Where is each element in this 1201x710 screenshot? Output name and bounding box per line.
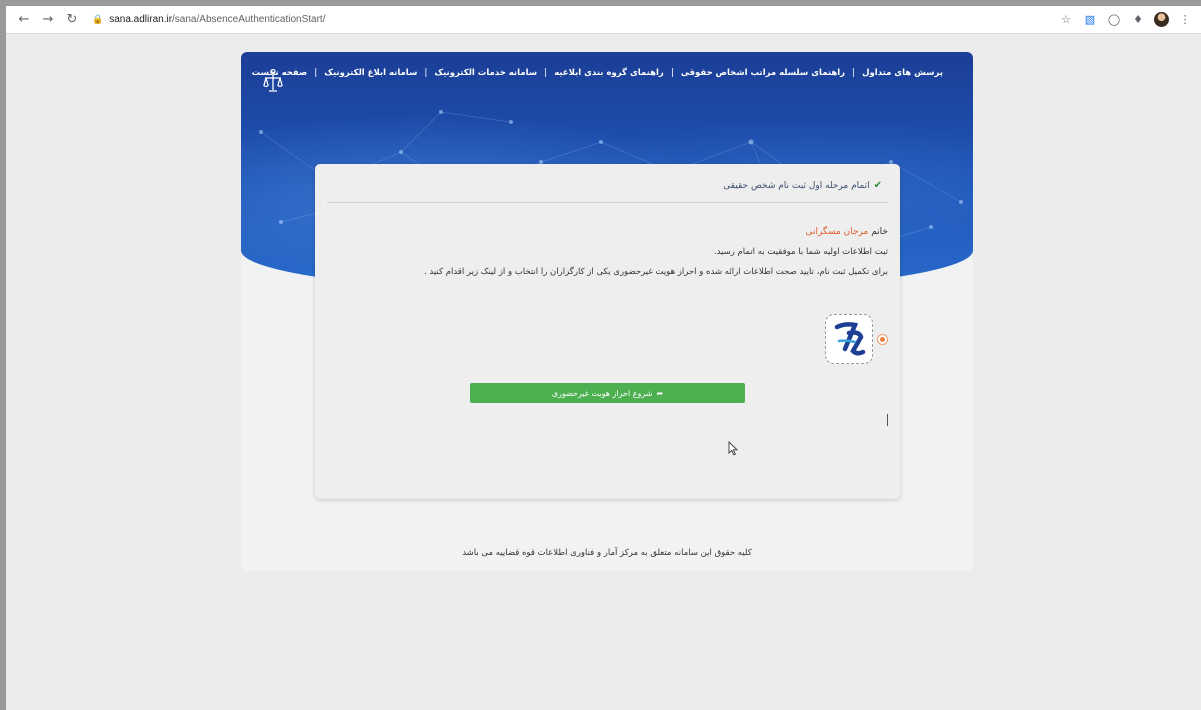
nav-separator: |: [544, 68, 548, 78]
address-bar[interactable]: 🔒 sana.adliran.ir /sana/AbsenceAuthentic…: [92, 10, 432, 30]
nav-separator: |: [852, 68, 856, 78]
nav-separator: |: [314, 68, 318, 78]
start-button-label: شروع احراز هویت غیرحضوری: [551, 388, 653, 398]
nav-separator: |: [424, 68, 428, 78]
check-icon: ✔: [873, 180, 882, 191]
footer-copyright: کلیه حقوق این سامانه متعلق به مرکز آمار …: [462, 548, 752, 558]
nav-e-services[interactable]: سامانه خدمات الکترونیک: [434, 68, 537, 78]
site-container: صفحه نخست | سامانه ابلاغ الکترونیک | سام…: [241, 52, 973, 571]
divider: [327, 202, 888, 203]
back-arrow-icon[interactable]: ←: [14, 10, 34, 30]
menu-dots-icon[interactable]: ⋮: [1177, 12, 1193, 28]
success-message: ثبت اطلاعات اولیه شما با موفقیت به اتمام…: [713, 247, 888, 257]
provider-radio[interactable]: [877, 333, 888, 345]
scales-of-justice-icon[interactable]: [262, 68, 284, 94]
lock-icon: 🔒: [92, 14, 104, 24]
login-arrow-icon: ➦: [656, 388, 664, 398]
translate-icon[interactable]: ▧: [1082, 12, 1098, 28]
provider-option[interactable]: [825, 314, 888, 364]
user-name: مرجان مسگرانی: [805, 227, 869, 237]
nav-e-notification[interactable]: سامانه ابلاغ الکترونیک: [324, 68, 417, 78]
forward-arrow-icon[interactable]: →: [38, 10, 58, 30]
text-caret: [887, 414, 888, 426]
greeting: خانم مرجان مسگرانی: [805, 227, 888, 237]
extension-icon[interactable]: ◯: [1106, 12, 1122, 28]
top-navigation: صفحه نخست | سامانه ابلاغ الکترونیک | سام…: [252, 68, 943, 92]
url-host: sana.adliran.ir: [109, 14, 173, 25]
card-title: اتمام مرحله اول ثبت نام شخص حقیقی: [723, 180, 870, 191]
provider-brand-icon: [834, 322, 866, 356]
bookmark-star-icon[interactable]: ☆: [1058, 12, 1074, 28]
profile-avatar[interactable]: [1154, 12, 1169, 27]
mouse-cursor-icon: [728, 441, 738, 456]
nav-faq[interactable]: پرسش های متداول: [862, 68, 943, 78]
nav-legal-hierarchy-guide[interactable]: راهنمای سلسله مراتب اشخاص حقوقی: [681, 68, 845, 78]
reload-icon[interactable]: ↻: [62, 10, 82, 30]
instruction-text: برای تکمیل ثبت نام، تایید صحت اطلاعات ار…: [423, 267, 888, 277]
browser-toolbar: ← → ↻ 🔒 sana.adliran.ir /sana/AbsenceAut…: [6, 6, 1201, 34]
provider-logo[interactable]: [825, 314, 873, 364]
registration-card: ✔ اتمام مرحله اول ثبت نام شخص حقیقی خانم…: [315, 164, 900, 499]
nav-separator: |: [670, 68, 674, 78]
start-authentication-button[interactable]: ➦ شروع احراز هویت غیرحضوری: [470, 383, 745, 403]
page-viewport: صفحه نخست | سامانه ابلاغ الکترونیک | سام…: [6, 34, 1201, 710]
salutation: خانم: [871, 227, 888, 237]
puzzle-icon[interactable]: ♦: [1130, 12, 1146, 28]
card-header: ✔ اتمام مرحله اول ثبت نام شخص حقیقی: [723, 180, 882, 191]
url-path: /sana/AbsenceAuthenticationStart/: [172, 14, 326, 25]
nav-notice-grouping-guide[interactable]: راهنمای گروه بندی ابلاغیه: [554, 68, 664, 78]
